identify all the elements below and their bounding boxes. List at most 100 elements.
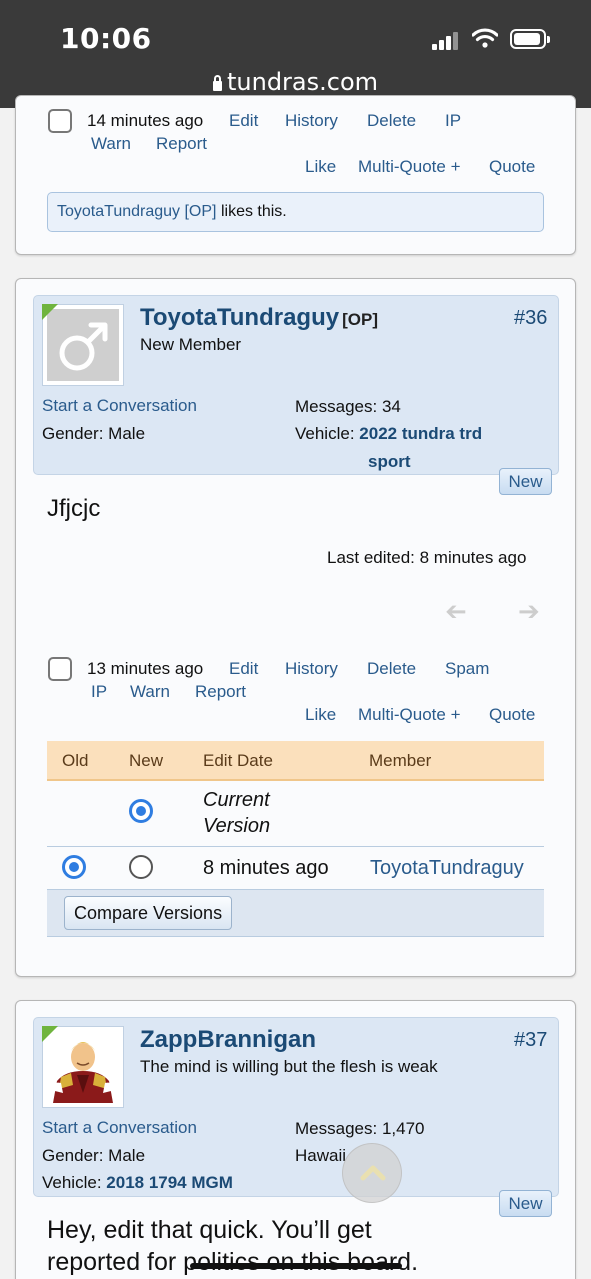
new-version-radio[interactable]	[129, 799, 153, 823]
like-link[interactable]: Like	[305, 157, 336, 177]
messages-value: 34	[381, 397, 401, 416]
edit-date: 8 minutes ago	[203, 857, 329, 879]
chevron-up-icon	[360, 1165, 386, 1181]
compare-bar: Compare Versions	[47, 889, 544, 937]
status-bar: 10:06 tundras.com	[0, 0, 591, 108]
edit-link[interactable]: Edit	[229, 659, 258, 679]
scroll-to-top-button[interactable]	[342, 1143, 402, 1203]
arrow-left-icon[interactable]: ➔	[445, 596, 467, 627]
vehicle-field: Vehicle: 2022 tundra trd	[295, 424, 482, 444]
message-line: Hey, edit that quick. You’ll get	[47, 1216, 372, 1244]
new-badge: New	[499, 1190, 552, 1217]
likes-summary: ToyotaTundraguy [OP] likes this.	[47, 192, 544, 232]
vehicle-label: Vehicle:	[295, 424, 355, 443]
vehicle-field: Vehicle: 2018 1794 MGM	[42, 1173, 233, 1193]
quote-link[interactable]: Quote	[489, 705, 535, 725]
history-link[interactable]: History	[285, 659, 338, 679]
messages-value: 1,470	[381, 1119, 425, 1138]
post-time: 14 minutes ago	[87, 111, 204, 130]
select-checkbox[interactable]	[48, 109, 72, 133]
vehicle-label: Vehicle:	[42, 1173, 102, 1192]
gender-label: Gender:	[42, 424, 104, 443]
new-badge: New	[499, 468, 552, 495]
vehicle-value: 2018 1794 MGM	[106, 1173, 233, 1192]
username-text[interactable]: ToyotaTundraguy	[140, 304, 339, 331]
avatar[interactable]	[42, 1026, 124, 1108]
home-indicator	[190, 1263, 402, 1269]
arrow-right-icon[interactable]: ➔	[518, 596, 540, 627]
col-member: Member	[369, 751, 432, 770]
post-time: 13 minutes ago	[87, 659, 204, 678]
op-tag: [OP]	[342, 310, 378, 329]
gender-field: Gender: Male	[42, 1146, 145, 1166]
vehicle-value-cont: sport	[368, 452, 411, 471]
post-card: ToyotaTundraguy [OP] #36 New Member Start…	[15, 278, 576, 977]
history-table-header: Old New Edit Date Member	[47, 741, 544, 781]
start-conversation-link[interactable]: Start a Conversation	[42, 1118, 197, 1138]
multi-quote-link[interactable]: Multi-Quote +	[358, 705, 461, 725]
signal-icon	[432, 32, 460, 50]
username[interactable]: ToyotaTundraguy [OP]	[140, 304, 378, 332]
url-text: tundras.com	[226, 68, 379, 96]
compare-versions-button[interactable]: Compare Versions	[64, 896, 233, 930]
ip-link[interactable]: IP	[445, 111, 461, 131]
messages-label: Messages:	[295, 1119, 378, 1138]
row-divider	[47, 846, 544, 847]
current-version-line1: Current	[203, 789, 270, 811]
online-indicator	[42, 304, 58, 320]
user-title: New Member	[140, 335, 242, 354]
edit-link[interactable]: Edit	[229, 111, 258, 131]
warn-link[interactable]: Warn	[130, 682, 170, 702]
gender-value: Male	[108, 424, 146, 443]
current-version-label: Current Version	[203, 787, 270, 839]
username[interactable]: ZappBrannigan	[140, 1026, 316, 1054]
like-link[interactable]: Like	[305, 705, 336, 725]
messages-field: Messages: 1,470	[295, 1119, 424, 1139]
current-version-line2: Version	[203, 815, 271, 837]
quote-link[interactable]: Quote	[489, 157, 535, 177]
gender-value: Male	[108, 1146, 146, 1165]
last-edited: Last edited: 8 minutes ago	[327, 548, 527, 567]
post-card: 14 minutes ago Edit History Delete IP Wa…	[15, 95, 576, 255]
gender-label: Gender:	[42, 1146, 104, 1165]
col-old: Old	[62, 751, 89, 770]
delete-link[interactable]: Delete	[367, 659, 416, 679]
online-indicator	[42, 1026, 58, 1042]
gender-field: Gender: Male	[42, 424, 145, 444]
multi-quote-link[interactable]: Multi-Quote +	[358, 157, 461, 177]
post-number[interactable]: #37	[514, 1029, 547, 1052]
wifi-icon	[471, 28, 499, 53]
messages-label: Messages:	[295, 397, 378, 416]
history-link[interactable]: History	[285, 111, 338, 131]
vehicle-field-cont: sport	[368, 452, 411, 472]
col-new: New	[129, 751, 164, 770]
spam-link[interactable]: Spam	[445, 659, 489, 679]
clock: 10:06	[60, 22, 152, 55]
warn-link[interactable]: Warn	[91, 134, 131, 154]
report-link[interactable]: Report	[156, 134, 207, 154]
report-link[interactable]: Report	[195, 682, 246, 702]
user-info-box: ZappBrannigan #37 The mind is willing bu…	[33, 1017, 559, 1197]
battery-icon	[510, 29, 550, 49]
message-body: Jfjcjc	[47, 495, 101, 522]
post-number[interactable]: #36	[514, 307, 547, 330]
address-bar[interactable]: tundras.com	[0, 68, 591, 96]
message-line: reported for politics on this board.	[47, 1248, 419, 1276]
avatar[interactable]	[42, 304, 124, 386]
new-version-radio[interactable]	[129, 855, 153, 879]
user-info-box: ToyotaTundraguy [OP] #36 New Member Start…	[33, 295, 559, 475]
likes-text: likes this.	[220, 203, 287, 220]
select-checkbox[interactable]	[48, 657, 72, 681]
old-version-radio[interactable]	[62, 855, 86, 879]
lock-icon	[212, 75, 222, 91]
editor-link[interactable]: ToyotaTundraguy	[370, 857, 524, 880]
user-title: The mind is willing but the flesh is wea…	[140, 1057, 438, 1076]
start-conversation-link[interactable]: Start a Conversation	[42, 396, 197, 416]
location-field: Hawaii	[295, 1146, 347, 1165]
ip-link[interactable]: IP	[91, 682, 107, 702]
vehicle-value: 2022 tundra trd	[359, 424, 483, 443]
col-edit-date: Edit Date	[203, 751, 273, 770]
liker-link[interactable]: ToyotaTundraguy [OP]	[57, 203, 217, 220]
messages-field: Messages: 34	[295, 397, 401, 417]
delete-link[interactable]: Delete	[367, 111, 416, 131]
